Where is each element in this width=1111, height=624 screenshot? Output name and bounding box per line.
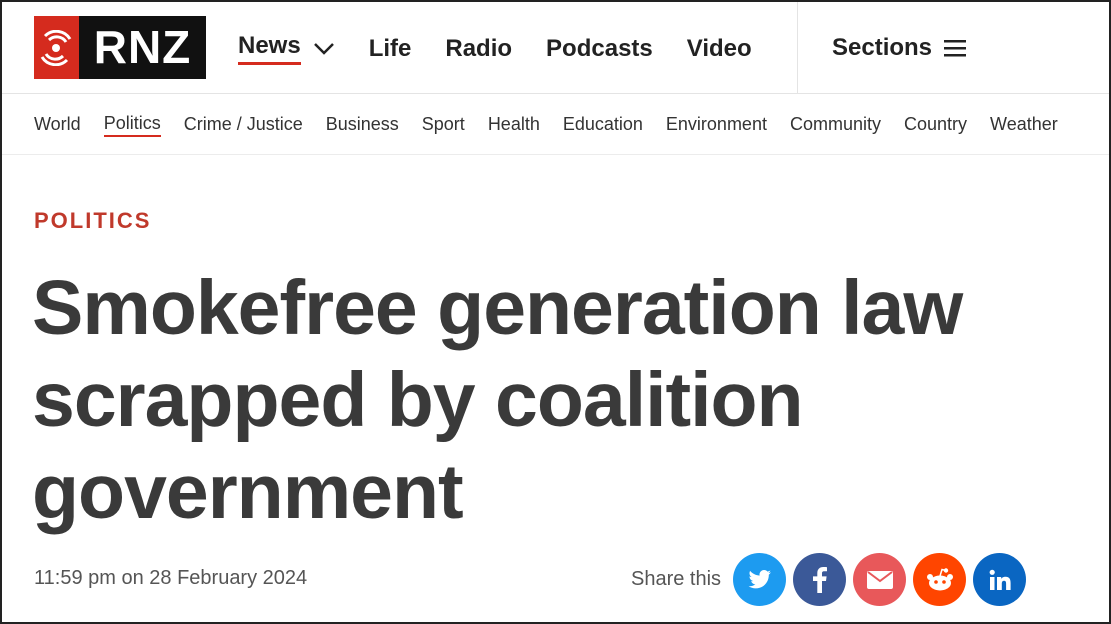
nav-item-podcasts[interactable]: Podcasts: [546, 35, 653, 63]
chevron-down-icon: [313, 42, 334, 55]
subnav-item-sport[interactable]: Sport: [422, 114, 465, 135]
reddit-icon: [926, 567, 953, 590]
main-nav: News Life Radio Podcasts Video: [238, 32, 786, 65]
rnz-logo-mark-icon: [34, 16, 79, 79]
share-reddit-button[interactable]: [913, 553, 967, 606]
subnav-item-environment[interactable]: Environment: [666, 114, 767, 135]
share-facebook-button[interactable]: [793, 553, 847, 606]
article-headline: Smokefree generation law scrapped by coa…: [32, 265, 963, 535]
email-icon: [866, 570, 893, 589]
article-dateline: 11:59 pm on 28 February 2024: [34, 567, 308, 589]
twitter-icon: [748, 569, 771, 588]
nav-item-label: News: [238, 32, 301, 65]
subnav-item-politics[interactable]: Politics: [103, 113, 161, 137]
subnav-item-weather[interactable]: Weather: [990, 114, 1058, 135]
share-linkedin-button[interactable]: [973, 553, 1027, 606]
nav-item-video[interactable]: Video: [687, 35, 752, 63]
nav-item-radio[interactable]: Radio: [445, 35, 512, 63]
subnav-item-world[interactable]: World: [34, 114, 81, 135]
share-label: Share this: [631, 568, 722, 590]
subnav-item-crime-justice[interactable]: Crime / Justice: [184, 114, 303, 135]
nav-item-life[interactable]: Life: [369, 35, 412, 63]
nav-item-label: Radio: [445, 34, 513, 62]
facebook-icon: [812, 566, 827, 593]
article-kicker[interactable]: POLITICS: [34, 208, 151, 234]
share-email-button[interactable]: [853, 553, 907, 606]
sections-label: Sections: [832, 34, 933, 61]
linkedin-icon: [989, 569, 1011, 590]
nav-item-label: Video: [686, 34, 752, 62]
hamburger-icon: [944, 40, 967, 57]
section-subnav: World Politics Crime / Justice Business …: [2, 95, 1109, 155]
subnav-item-education[interactable]: Education: [563, 114, 643, 135]
share-twitter-button[interactable]: [733, 553, 787, 606]
subnav-item-health[interactable]: Health: [488, 114, 540, 135]
nav-item-label: Life: [368, 34, 412, 62]
share-bar: Share this: [631, 553, 1033, 606]
sections-menu-button[interactable]: Sections: [797, 2, 967, 94]
nav-item-news[interactable]: News: [238, 32, 335, 65]
logo-wordmark: RNZ: [79, 16, 206, 79]
subnav-item-community[interactable]: Community: [790, 114, 881, 135]
subnav-item-country[interactable]: Country: [904, 114, 967, 135]
subnav-item-business[interactable]: Business: [326, 114, 399, 135]
nav-item-label: Podcasts: [546, 34, 653, 62]
rnz-logo[interactable]: RNZ: [34, 16, 206, 79]
site-header: RNZ News Life Radio Podcasts Video Secti…: [2, 2, 1109, 94]
